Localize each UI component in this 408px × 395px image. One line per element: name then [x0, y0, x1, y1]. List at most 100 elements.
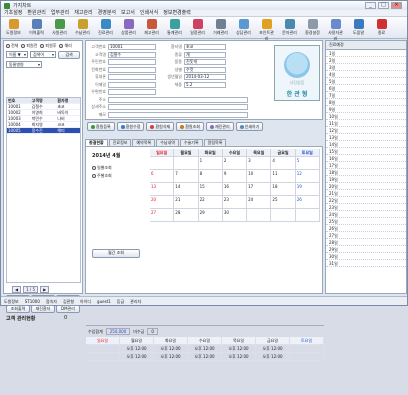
radio-2[interactable]: 퇴원후: [40, 43, 56, 49]
toolbar-button-14[interactable]: 사용자관리: [327, 19, 344, 41]
action-button-3[interactable]: 환원조회: [176, 122, 204, 131]
calendar-day[interactable]: 30: [223, 209, 248, 221]
calendar-day[interactable]: 29: [199, 209, 223, 221]
monthly-view-button[interactable]: 월간 조회: [92, 249, 140, 258]
schedule-item[interactable]: 2일: [326, 57, 406, 64]
schedule-item[interactable]: 19일: [326, 176, 406, 183]
calendar-day[interactable]: [150, 157, 175, 169]
left-button-5[interactable]: DM관리: [56, 305, 80, 313]
field-input[interactable]: [108, 81, 156, 88]
calendar-day[interactable]: 19: [296, 183, 320, 195]
schedule-item[interactable]: 11일: [326, 120, 406, 127]
menu-item-6[interactable]: 인쇄서식: [140, 10, 158, 16]
tab-2[interactable]: 예약목록: [132, 139, 156, 146]
action-button-4[interactable]: 재진관리: [205, 122, 234, 131]
tab-3[interactable]: 수납내역: [156, 139, 179, 146]
field-input[interactable]: [108, 104, 248, 110]
tab-5[interactable]: 알림목록: [203, 139, 227, 146]
calendar-day[interactable]: 11: [271, 170, 296, 182]
tab-schedule[interactable]: 진료예정: [326, 41, 406, 50]
hospital-select[interactable]: 동물병원: [6, 61, 42, 68]
calendar-day[interactable]: [174, 157, 199, 169]
toolbar-button-2[interactable]: 사원관리: [51, 19, 68, 38]
schedule-item[interactable]: 10일: [326, 113, 406, 120]
field-input[interactable]: 수컷: [184, 66, 226, 73]
left-button-4[interactable]: 재진환자: [31, 305, 55, 313]
menu-item-4[interactable]: 경영분석: [98, 10, 116, 16]
calendar-day[interactable]: 9: [223, 170, 248, 182]
calendar-day[interactable]: 10: [247, 170, 272, 182]
schedule-item[interactable]: 30일: [326, 253, 406, 260]
toolbar-button-5[interactable]: 상품관리: [120, 19, 137, 38]
calendar-day[interactable]: [271, 209, 296, 221]
pager-0[interactable]: ◀: [12, 286, 22, 293]
calendar-day[interactable]: 20: [150, 196, 175, 208]
schedule-item[interactable]: 16일: [326, 155, 406, 162]
schedule-item[interactable]: 31일: [326, 260, 406, 267]
calendar-day[interactable]: [247, 209, 272, 221]
schedule-item[interactable]: 13일: [326, 134, 406, 141]
field-input[interactable]: 개: [184, 51, 226, 58]
field-input[interactable]: [108, 96, 248, 103]
menu-item-0[interactable]: 기초설정: [4, 10, 22, 16]
search-input[interactable]: 검색어: [30, 51, 56, 58]
pager-2[interactable]: ▶: [40, 286, 50, 293]
schedule-item[interactable]: 20일: [326, 183, 406, 190]
calendar-option-0[interactable]: 일별조회: [92, 165, 144, 171]
toolbar-button-4[interactable]: 진료관리: [97, 19, 114, 38]
tab-0[interactable]: 종결현황: [85, 139, 108, 146]
field-input[interactable]: [108, 111, 248, 118]
calendar-day[interactable]: 7: [174, 170, 199, 182]
calendar-day[interactable]: 13: [150, 183, 175, 195]
maximize-button[interactable]: □: [378, 2, 389, 9]
schedule-item[interactable]: 25일: [326, 218, 406, 225]
calendar-day[interactable]: 2: [223, 157, 248, 169]
schedule-item[interactable]: 14일: [326, 141, 406, 148]
schedule-item[interactable]: 21일: [326, 190, 406, 197]
calendar-day[interactable]: 1: [199, 157, 223, 169]
menu-item-5[interactable]: 보고서: [121, 10, 135, 16]
schedule-item[interactable]: 7일: [326, 92, 406, 99]
field-input[interactable]: 2014-03-12: [184, 74, 226, 80]
schedule-item[interactable]: 26일: [326, 225, 406, 232]
radio-3[interactable]: 해리: [59, 43, 72, 49]
schedule-item[interactable]: 23일: [326, 204, 406, 211]
action-button-5[interactable]: 인쇄하기: [235, 122, 264, 131]
schedule-item[interactable]: 4일: [326, 71, 406, 78]
toolbar-button-1[interactable]: 이력출력: [28, 19, 45, 38]
schedule-item[interactable]: 12일: [326, 127, 406, 134]
toolbar-button-0[interactable]: 도원정보: [5, 19, 22, 38]
calendar-day[interactable]: 27: [150, 209, 175, 221]
menu-item-7[interactable]: 정보변경출력: [163, 10, 191, 16]
schedule-item[interactable]: 18일: [326, 169, 406, 176]
action-button-1[interactable]: 환원수정: [116, 122, 145, 131]
toolbar-button-3[interactable]: 수납관리: [74, 19, 91, 38]
field-input[interactable]: [108, 66, 156, 73]
schedule-item[interactable]: 5일: [326, 78, 406, 85]
tab-4[interactable]: 수술기록: [179, 139, 203, 146]
radio-1[interactable]: 퇴원전: [21, 43, 37, 49]
field-input[interactable]: [108, 59, 156, 65]
left-button-3[interactable]: 조회출력: [6, 305, 30, 313]
schedule-item[interactable]: 17일: [326, 162, 406, 169]
field-input[interactable]: [108, 74, 156, 80]
calendar-day[interactable]: 17: [247, 183, 272, 195]
field-input[interactable]: 5.2: [184, 81, 226, 88]
toolbar-button-11[interactable]: 포인트관리: [258, 19, 275, 41]
calendar-day[interactable]: 21: [174, 196, 199, 208]
action-button-0[interactable]: 환원등록: [87, 122, 115, 131]
schedule-item[interactable]: 27일: [326, 232, 406, 239]
schedule-item[interactable]: 3일: [326, 64, 406, 71]
menu-item-3[interactable]: 재고관리: [74, 10, 92, 16]
toolbar-button-13[interactable]: 환경설정: [304, 19, 321, 38]
calendar-day[interactable]: 6: [150, 170, 175, 182]
table-row[interactable]: 10005 정수진 해피: [7, 128, 80, 134]
tab-1[interactable]: 진료정보: [108, 139, 132, 146]
calendar-option-1[interactable]: 주별조회: [92, 173, 144, 179]
toolbar-button-9[interactable]: 거래관리: [212, 19, 229, 38]
menu-item-1[interactable]: 환원관리: [27, 10, 45, 16]
field-input[interactable]: 초코: [184, 44, 226, 50]
toolbar-button-12[interactable]: 문자관리: [281, 19, 298, 38]
close-button[interactable]: ×: [391, 2, 402, 9]
calendar-day[interactable]: 24: [247, 196, 272, 208]
